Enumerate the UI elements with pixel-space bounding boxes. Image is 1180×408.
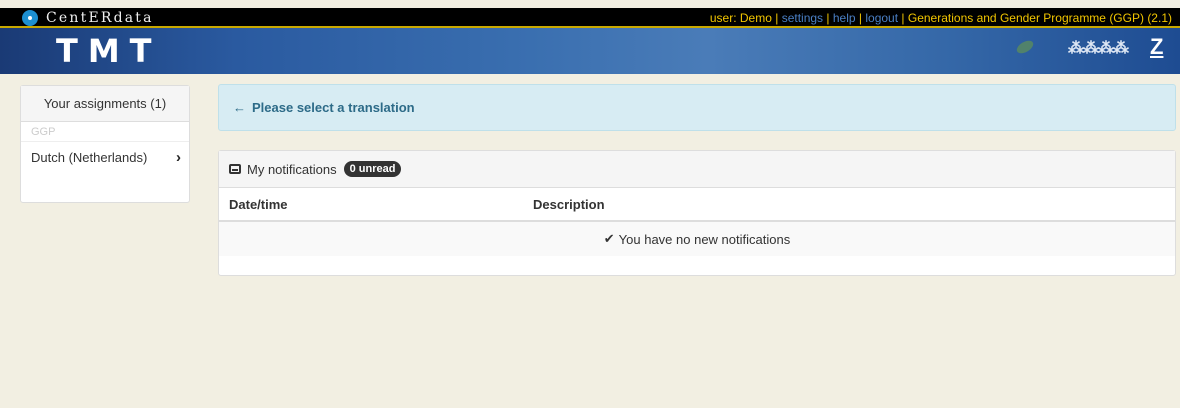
empty-notifications-text: You have no new notifications xyxy=(618,231,791,247)
notifications-panel: My notifications 0 unread Date/time Desc… xyxy=(218,150,1176,276)
empty-notifications-row: ✔ You have no new notifications xyxy=(219,222,1175,256)
assignment-item-dutch[interactable]: Dutch (Netherlands) › xyxy=(21,142,189,172)
column-header-description[interactable]: Description xyxy=(533,197,605,212)
z-logo-icon: Z xyxy=(1150,34,1164,59)
project-name: Generations and Gender Programme (GGP) (… xyxy=(907,11,1172,25)
settings-link[interactable]: settings xyxy=(782,11,823,25)
alert-text: Please select a translation xyxy=(252,100,415,115)
notifications-title: My notifications xyxy=(247,161,337,177)
help-link[interactable]: help xyxy=(833,11,856,25)
inbox-icon xyxy=(229,164,241,174)
unread-badge: 0 unread xyxy=(343,161,402,177)
arrow-left-icon: ← xyxy=(233,100,246,115)
assignments-sidebar: Your assignments (1) GGP Dutch (Netherla… xyxy=(20,85,190,203)
notifications-header: My notifications 0 unread xyxy=(219,151,1175,188)
assignment-item-label: Dutch (Netherlands) xyxy=(31,149,148,165)
assignment-group-label: GGP xyxy=(21,122,189,142)
logout-link[interactable]: logout xyxy=(865,11,898,25)
centerdata-logo-icon xyxy=(22,10,38,26)
table-header: Date/time Description xyxy=(219,188,1175,222)
column-header-datetime[interactable]: Date/time xyxy=(219,197,533,212)
user-label: user: Demo xyxy=(709,11,772,25)
chevron-right-icon: › xyxy=(176,148,181,166)
header-banner: TMT ⁂⁂⁂⁂ Z xyxy=(0,28,1180,74)
leaf-icon xyxy=(1014,38,1036,56)
assignments-title: Your assignments (1) xyxy=(21,86,189,122)
people-icon: ⁂⁂⁂⁂ xyxy=(1068,40,1129,57)
top-bar: CentERdata user: Demo | settings | help … xyxy=(0,8,1180,28)
centerdata-brand[interactable]: CentERdata xyxy=(22,8,154,28)
brand-name: CentERdata xyxy=(46,10,154,26)
checkmark-icon: ✔ xyxy=(603,231,615,246)
user-info: user: Demo | settings | help | logout | … xyxy=(709,11,1172,25)
tmt-logo[interactable]: TMT xyxy=(56,33,162,69)
select-translation-alert: ← Please select a translation xyxy=(218,84,1176,131)
